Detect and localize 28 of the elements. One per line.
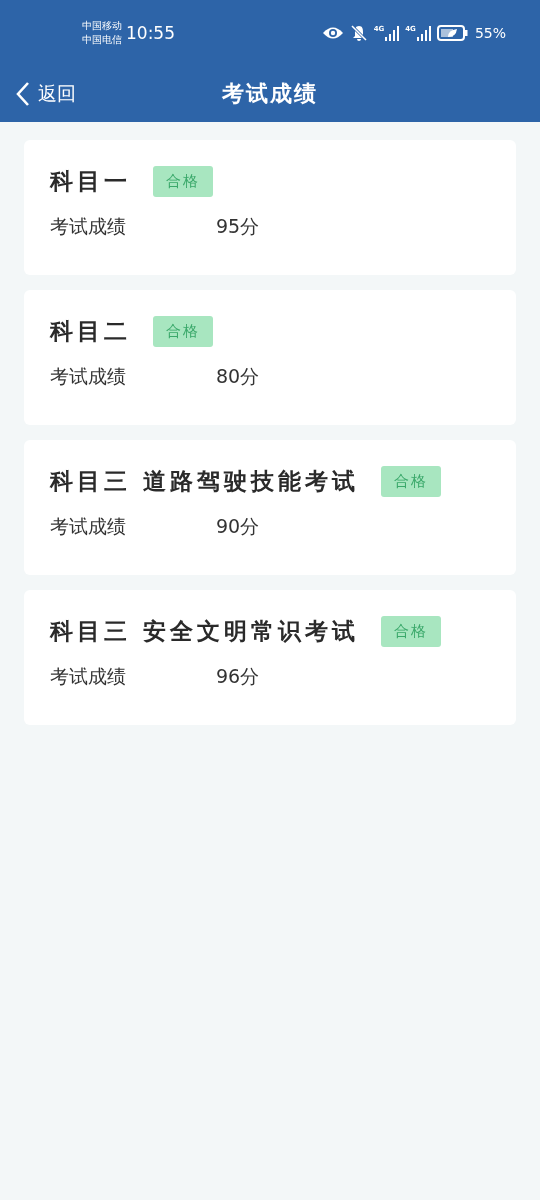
pass-badge: 合格 [153,165,213,197]
subject-title: 科目三 道路驾驶技能考试 [50,466,359,496]
score-value: 90分 [216,514,260,539]
score-value: 96分 [216,664,260,689]
subject-title: 科目三 安全文明常识考试 [50,616,359,646]
signal-icon [416,25,431,41]
eye-icon [321,26,344,40]
battery-percentage: 55% [474,25,506,41]
muted-bell-icon [349,24,368,42]
clock-time: 10:55 [126,23,175,43]
score-label: 考试成绩 [50,514,127,539]
signal-icon [385,25,400,41]
back-chevron-icon [16,81,30,107]
score-value: 95分 [216,214,260,239]
subject-title: 科目一 [50,166,131,196]
pass-badge: 合格 [153,315,213,347]
pass-badge: 合格 [381,465,441,497]
carrier-name: 中国电信 [82,33,122,47]
subject-title: 科目二 [50,316,131,346]
page-title: 考试成绩 [222,80,318,108]
score-value: 80分 [216,364,260,389]
back-button[interactable]: 返回 [16,76,76,112]
pass-badge: 合格 [381,615,441,647]
score-label: 考试成绩 [50,364,127,389]
carrier-name: 中国移动 [82,19,122,33]
battery-icon [436,25,469,41]
score-label: 考试成绩 [50,664,127,689]
score-label: 考试成绩 [50,214,127,239]
